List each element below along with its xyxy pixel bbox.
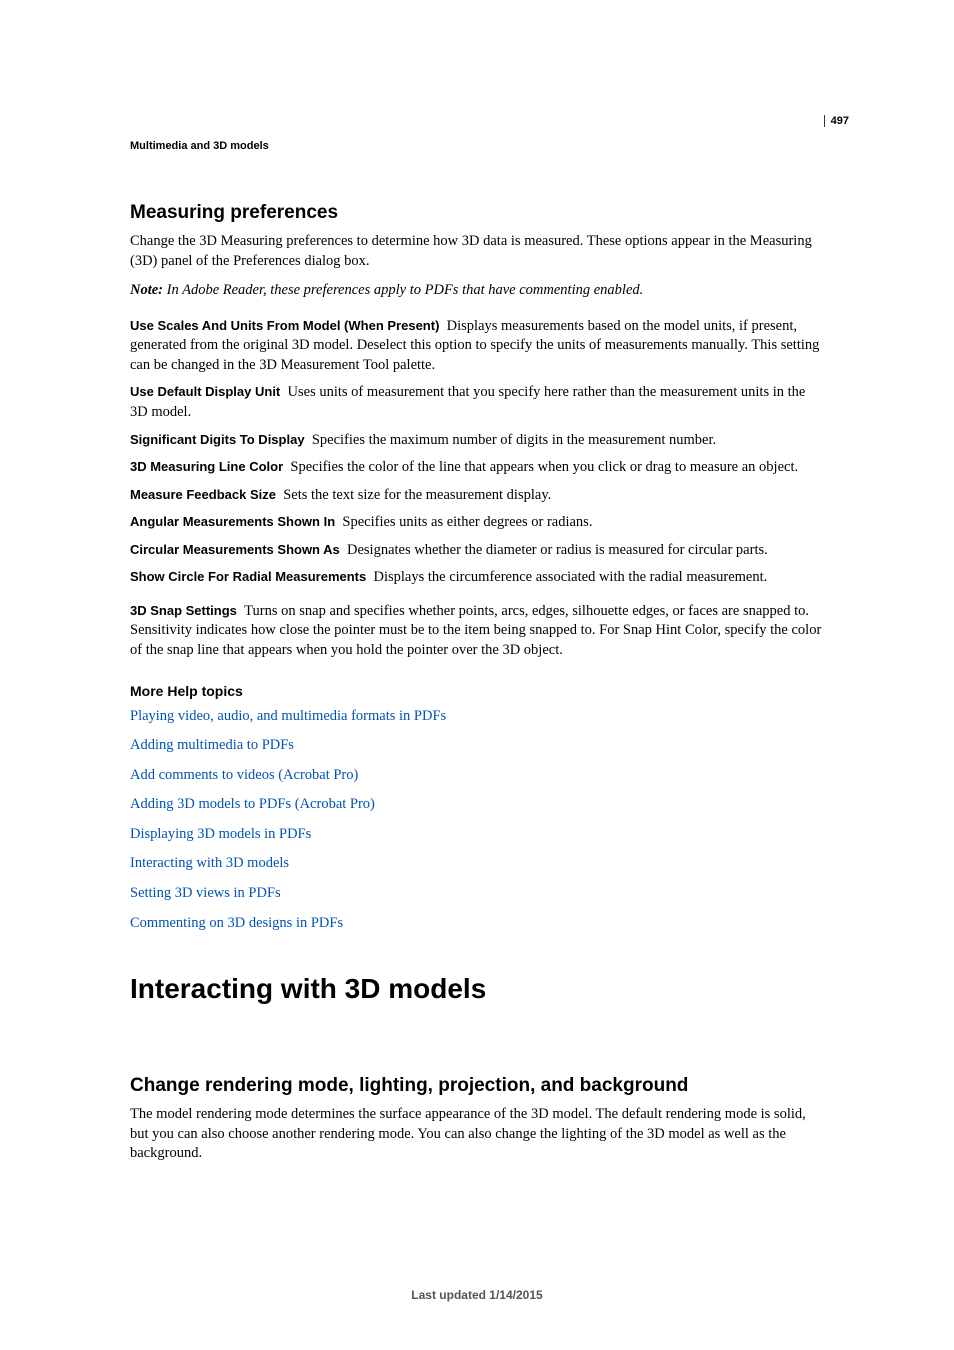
definition-item: Angular Measurements Shown In Specifies …	[130, 513, 824, 533]
page: 497 Multimedia and 3D models Measuring p…	[0, 0, 954, 1350]
last-updated: Last updated 1/14/2015	[0, 1288, 954, 1302]
note-label: Note:	[130, 282, 163, 298]
help-link[interactable]: Commenting on 3D designs in PDFs	[130, 914, 824, 934]
definition-item: 3D Measuring Line Color Specifies the co…	[130, 458, 824, 478]
definition-item: Use Default Display Unit Uses units of m…	[130, 383, 824, 422]
help-link[interactable]: Add comments to videos (Acrobat Pro)	[130, 766, 824, 786]
help-link[interactable]: Interacting with 3D models	[130, 854, 824, 874]
help-link[interactable]: Setting 3D views in PDFs	[130, 884, 824, 904]
definition-term: Circular Measurements Shown As	[130, 542, 340, 557]
definition-item: Significant Digits To Display Specifies …	[130, 431, 824, 451]
definition-desc: Designates whether the diameter or radiu…	[347, 542, 768, 558]
intro-paragraph: Change the 3D Measuring preferences to d…	[130, 232, 824, 271]
definition-item: Measure Feedback Size Sets the text size…	[130, 486, 824, 506]
help-link[interactable]: Playing video, audio, and multimedia for…	[130, 707, 824, 727]
help-link[interactable]: Adding 3D models to PDFs (Acrobat Pro)	[130, 795, 824, 815]
more-help-heading: More Help topics	[130, 683, 824, 699]
definition-term: Show Circle For Radial Measurements	[130, 569, 366, 584]
definition-item: Circular Measurements Shown As Designate…	[130, 541, 824, 561]
page-number: 497	[824, 115, 849, 127]
section-heading-rendering: Change rendering mode, lighting, project…	[130, 1075, 824, 1097]
note-text: In Adobe Reader, these preferences apply…	[163, 282, 643, 298]
definition-desc: Specifies the maximum number of digits i…	[312, 432, 716, 448]
section-heading-measuring-preferences: Measuring preferences	[130, 202, 824, 224]
definition-term: Use Default Display Unit	[130, 384, 280, 399]
definition-desc: Displays the circumference associated wi…	[373, 569, 767, 585]
definition-item: 3D Snap Settings Turns on snap and speci…	[130, 602, 824, 661]
note-paragraph: Note: In Adobe Reader, these preferences…	[130, 281, 824, 301]
help-link[interactable]: Adding multimedia to PDFs	[130, 736, 824, 756]
definition-term: Angular Measurements Shown In	[130, 514, 335, 529]
definition-desc: Specifies the color of the line that app…	[290, 459, 798, 475]
definition-term: Use Scales And Units From Model (When Pr…	[130, 318, 439, 333]
definition-desc: Specifies units as either degrees or rad…	[342, 514, 592, 530]
definition-term: Measure Feedback Size	[130, 487, 276, 502]
definition-term: 3D Snap Settings	[130, 603, 237, 618]
help-link[interactable]: Displaying 3D models in PDFs	[130, 825, 824, 845]
chapter-heading: Interacting with 3D models	[130, 973, 824, 1005]
definition-item: Use Scales And Units From Model (When Pr…	[130, 317, 824, 376]
definition-desc: Sets the text size for the measurement d…	[283, 487, 551, 503]
definition-term: 3D Measuring Line Color	[130, 459, 283, 474]
rendering-paragraph: The model rendering mode determines the …	[130, 1105, 824, 1164]
definition-item: Show Circle For Radial Measurements Disp…	[130, 568, 824, 588]
running-header: Multimedia and 3D models	[130, 140, 824, 152]
definition-term: Significant Digits To Display	[130, 432, 305, 447]
